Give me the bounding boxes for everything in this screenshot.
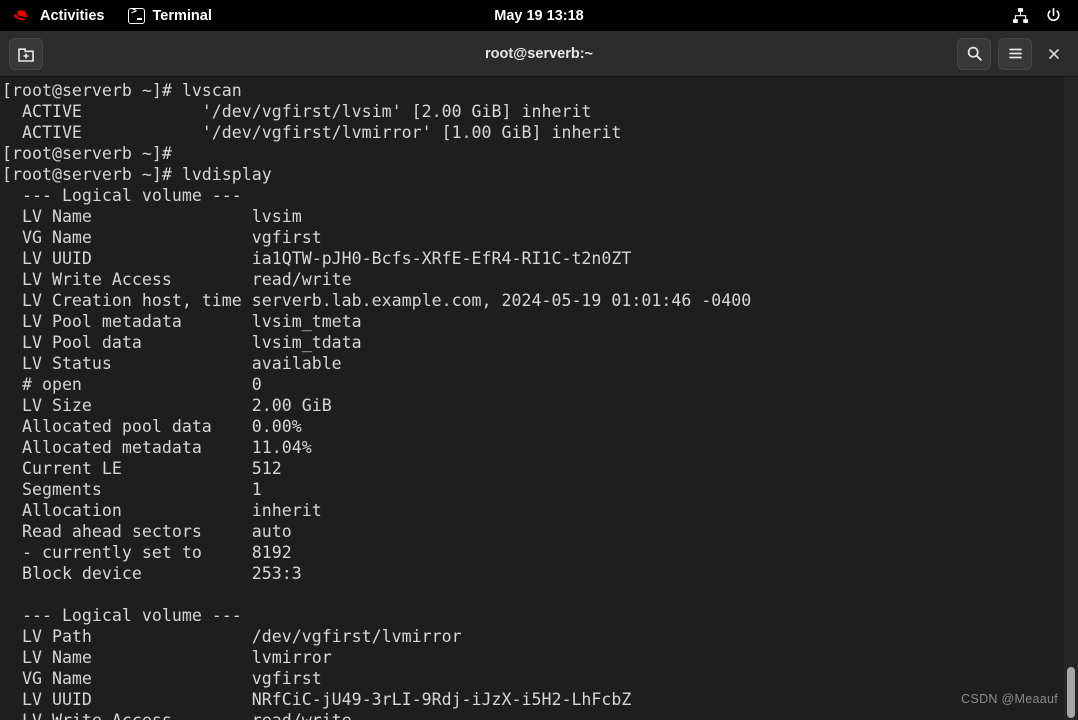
terminal-scrollbar[interactable] [1064, 77, 1078, 720]
terminal-line: [root@serverb ~]# [2, 144, 172, 163]
watermark-text: CSDN @Meaauf [961, 692, 1058, 706]
terminal-line: Segments 1 [2, 480, 262, 499]
terminal-output: [root@serverb ~]# lvscan ACTIVE '/dev/vg… [0, 77, 1078, 720]
terminal-line: LV Path /dev/vgfirst/lvmirror [2, 627, 462, 646]
terminal-line: --- Logical volume --- [2, 606, 242, 625]
top-bar-left-group: Activities Terminal [0, 0, 224, 31]
terminal-line: ACTIVE '/dev/vgfirst/lvmirror' [1.00 GiB… [2, 123, 622, 142]
terminal-line: # open 0 [2, 375, 262, 394]
terminal-line: LV Status available [2, 354, 342, 373]
scrollbar-thumb[interactable] [1067, 667, 1075, 718]
terminal-line: LV Name lvsim [2, 207, 302, 226]
terminal-line: Allocation inherit [2, 501, 322, 520]
hamburger-menu-icon [1008, 48, 1022, 59]
search-button[interactable] [957, 37, 991, 70]
terminal-line: Allocated metadata 11.04% [2, 438, 312, 457]
new-tab-icon [18, 47, 34, 62]
terminal-line: Block device 253:3 [2, 564, 302, 583]
terminal-line: [root@serverb ~]# lvscan [2, 81, 242, 100]
terminal-line: Current LE 512 [2, 459, 282, 478]
terminal-body[interactable]: [root@serverb ~]# lvscan ACTIVE '/dev/vg… [0, 77, 1078, 720]
terminal-line: ACTIVE '/dev/vgfirst/lvsim' [2.00 GiB] i… [2, 102, 592, 121]
terminal-window: root@serverb:~ [root@serverb ~]# lvscan … [0, 31, 1078, 720]
terminal-line: LV Pool data lvsim_tdata [2, 333, 362, 352]
terminal-line: VG Name vgfirst [2, 228, 322, 247]
menu-button[interactable] [998, 37, 1032, 70]
search-icon [967, 46, 982, 61]
close-icon [1049, 48, 1059, 59]
terminal-line: LV Write Access read/write [2, 270, 352, 289]
gnome-top-bar: Activities Terminal May 19 13:18 [0, 0, 1078, 31]
system-status-area[interactable] [1012, 7, 1078, 24]
app-menu-terminal[interactable]: Terminal [116, 0, 223, 31]
terminal-line: LV Name lvmirror [2, 648, 332, 667]
terminal-line: - currently set to 8192 [2, 543, 292, 562]
terminal-line: Allocated pool data 0.00% [2, 417, 302, 436]
activities-label: Activities [40, 7, 105, 24]
redhat-logo-icon [14, 10, 27, 20]
terminal-line: LV Write Access read/write [2, 710, 1078, 720]
terminal-line: LV UUID ia1QTW-pJH0-Bcfs-XRfE-EfR4-RI1C-… [2, 249, 632, 268]
header-bar-actions [957, 37, 1069, 70]
terminal-line: Read ahead sectors auto [2, 522, 292, 541]
new-tab-button[interactable] [9, 37, 43, 70]
terminal-icon [128, 7, 146, 24]
terminal-line: --- Logical volume --- [2, 186, 242, 205]
app-menu-label: Terminal [152, 7, 212, 24]
close-button[interactable] [1039, 38, 1069, 70]
terminal-line: VG Name vgfirst [2, 669, 322, 688]
terminal-line: LV UUID NRfCiC-jU49-3rLI-9Rdj-iJzX-i5H2-… [2, 690, 632, 709]
window-title: root@serverb:~ [484, 45, 594, 62]
terminal-line: [root@serverb ~]# lvdisplay [2, 165, 272, 184]
terminal-line: LV Size 2.00 GiB [2, 396, 332, 415]
window-header-bar: root@serverb:~ [0, 31, 1078, 77]
network-workgroup-icon [1013, 8, 1028, 23]
power-icon [1047, 7, 1060, 22]
terminal-line: LV Creation host, time serverb.lab.examp… [2, 291, 752, 310]
terminal-line: LV Pool metadata lvsim_tmeta [2, 312, 362, 331]
activities-button[interactable]: Activities [0, 0, 116, 31]
